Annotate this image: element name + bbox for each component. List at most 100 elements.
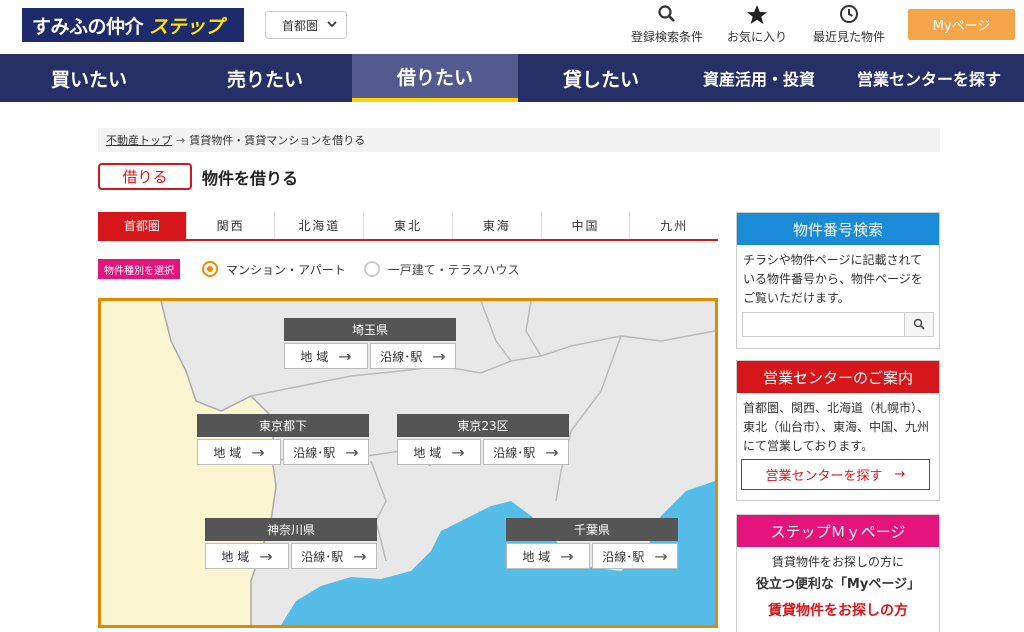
breadcrumb: 不動産トップ → 賃貸物件・賃貸マンションを借りる: [98, 128, 940, 152]
mypage-line3[interactable]: 賃貸物件をお探しの方: [737, 600, 939, 620]
breadcrumb-separator: →: [176, 133, 186, 147]
property-type-selector: 物件種別を選択 マンション・アパート 一戸建て・テラスハウス: [98, 259, 520, 279]
clock-icon: [810, 4, 888, 26]
tab-kansai[interactable]: 関西: [187, 212, 276, 239]
pref-chiba-title: 千葉県: [506, 518, 678, 541]
step-mypage-title: ステップＭｙページ: [737, 515, 939, 547]
arrow-right-icon: →: [353, 546, 367, 566]
pref-saitama-title: 埼玉県: [284, 318, 456, 341]
radio-unselected-icon: [363, 261, 380, 277]
area-button-label: 地 域: [221, 549, 250, 564]
arrow-right-icon: →: [451, 442, 465, 462]
tab-shutoken[interactable]: 首都圏: [98, 212, 187, 239]
favorites-label: お気に入り: [726, 30, 787, 44]
kanagawa-line-button[interactable]: 沿線･駅 →: [291, 543, 377, 569]
tab-hokkaido[interactable]: 北海道: [275, 212, 365, 239]
pref-tokyo-toka: 東京都下 地 域 → 沿線･駅 →: [197, 414, 369, 465]
pref-saitama: 埼玉県 地 域 → 沿線･駅 →: [284, 318, 456, 369]
star-icon: [724, 4, 790, 26]
radio-mansion-label: マンション・アパート: [226, 262, 346, 277]
tab-tokai[interactable]: 東海: [453, 212, 542, 239]
pref-kanagawa-title: 神奈川県: [205, 518, 377, 541]
radio-mansion-apartment[interactable]: マンション・アパート: [202, 261, 346, 278]
nav-item-find-center[interactable]: 営業センターを探す: [834, 54, 1024, 102]
arrow-right-icon: →: [432, 346, 446, 366]
chiba-line-button[interactable]: 沿線･駅 →: [592, 543, 678, 569]
region-select-value: 首都圏: [282, 18, 319, 33]
sales-center-title: 営業センターのご案内: [737, 361, 939, 393]
area-button-label: 地 域: [522, 549, 551, 564]
property-number-input[interactable]: [743, 313, 904, 336]
arrow-right-icon: →: [654, 546, 668, 566]
sales-center-text: 首都圏、関西、北海道（札幌市）、東北（仙台市）、東海、中国、九州にて営業しており…: [743, 401, 930, 453]
property-number-search-button[interactable]: [904, 313, 933, 336]
rent-badge: 借りる: [98, 163, 192, 190]
main-nav: 買いたい 売りたい 借りたい 貸したい 資産活用・投資 営業センターを探す: [0, 54, 1024, 102]
tab-tohoku[interactable]: 東北: [364, 212, 453, 239]
search-icon: [628, 4, 706, 26]
nav-item-rent[interactable]: 借りたい: [352, 54, 518, 102]
page-heading: 借りる 物件を借りる: [98, 163, 298, 190]
region-select[interactable]: 首都圏: [265, 11, 347, 39]
nav-item-buy[interactable]: 買いたい: [0, 54, 178, 102]
tokyo-23ku-area-button[interactable]: 地 域 →: [397, 439, 481, 465]
arrow-right-icon: →: [259, 546, 273, 566]
line-button-label: 沿線･駅: [493, 445, 536, 460]
pref-tokyo-23ku-title: 東京23区: [397, 414, 569, 437]
kanagawa-area-button[interactable]: 地 域 →: [205, 543, 289, 569]
property-number-search-title: 物件番号検索: [737, 213, 939, 245]
mypage-button[interactable]: Myページ: [908, 9, 1015, 40]
nav-item-investment[interactable]: 資産活用・投資: [684, 54, 834, 102]
tokyo-23ku-line-button[interactable]: 沿線･駅 →: [483, 439, 569, 465]
pref-chiba: 千葉県 地 域 → 沿線･駅 →: [506, 518, 678, 569]
radio-house-terrace[interactable]: 一戸建て・テラスハウス: [363, 261, 520, 278]
saved-search-link[interactable]: 登録検索条件: [628, 4, 706, 45]
tab-chugoku[interactable]: 中国: [542, 212, 631, 239]
saitama-area-button[interactable]: 地 域 →: [284, 343, 368, 369]
area-button-label: 地 域: [300, 349, 329, 364]
arrow-right-icon: →: [251, 442, 265, 462]
nav-item-lease[interactable]: 貸したい: [518, 54, 684, 102]
chevron-down-icon: [327, 19, 337, 32]
nav-item-sell[interactable]: 売りたい: [178, 54, 352, 102]
arrow-right-icon: →: [545, 442, 559, 462]
pref-tokyo-23ku: 東京23区 地 域 → 沿線･駅 →: [397, 414, 569, 465]
find-center-button[interactable]: 営業センターを探す →: [741, 459, 930, 490]
property-number-search-text: チラシや物件ページに記載されている物件番号から、物件ページをご覧いただけます。: [743, 253, 923, 305]
saitama-line-button[interactable]: 沿線･駅 →: [370, 343, 456, 369]
mypage-line1: 賃貸物件をお探しの方に: [771, 555, 904, 569]
breadcrumb-current: 賃貸物件・賃貸マンションを借りる: [189, 134, 366, 147]
line-button-label: 沿線･駅: [602, 549, 645, 564]
saved-search-label: 登録検索条件: [630, 30, 703, 44]
favorites-link[interactable]: お気に入り: [724, 4, 790, 45]
area-button-label: 地 域: [213, 445, 242, 460]
search-icon: [913, 315, 925, 334]
logo-main-text: すみふの仲介: [32, 15, 144, 38]
arrow-right-icon: →: [894, 467, 906, 482]
pref-tokyo-toka-title: 東京都下: [197, 414, 369, 437]
line-button-label: 沿線･駅: [301, 549, 344, 564]
kanto-area-map: 埼玉県 地 域 → 沿線･駅 → 東京都下 地 域 → 沿線･駅 → 東京23区 地 域…: [98, 298, 718, 628]
chiba-area-button[interactable]: 地 域 →: [506, 543, 590, 569]
step-mypage-panel: ステップＭｙページ 賃貸物件をお探しの方に 役立つ便利な「Myページ」 賃貸物件…: [736, 514, 940, 632]
arrow-right-icon: →: [338, 346, 352, 366]
arrow-right-icon: →: [560, 546, 574, 566]
tokyo-toka-area-button[interactable]: 地 域 →: [197, 439, 281, 465]
property-number-search-box: [742, 312, 934, 337]
line-button-label: 沿線･駅: [380, 349, 423, 364]
pref-kanagawa: 神奈川県 地 域 → 沿線･駅 →: [205, 518, 377, 569]
radio-house-label: 一戸建て・テラスハウス: [387, 262, 520, 277]
recently-viewed-link[interactable]: 最近見た物件: [810, 4, 888, 45]
line-button-label: 沿線･駅: [293, 445, 336, 460]
logo-sub-text: ステップ: [149, 15, 224, 38]
breadcrumb-top-link[interactable]: 不動産トップ: [106, 132, 172, 148]
tab-kyushu[interactable]: 九州: [630, 212, 718, 239]
tokyo-toka-line-button[interactable]: 沿線･駅 →: [283, 439, 369, 465]
site-header: すみふの仲介 ステップ 首都圏 登録検索条件 お気に入り 最近見た物件 Myペー…: [0, 0, 1024, 54]
property-type-label: 物件種別を選択: [98, 259, 180, 279]
arrow-right-icon: →: [345, 442, 359, 462]
site-logo[interactable]: すみふの仲介 ステップ: [22, 8, 244, 42]
mypage-line2: 役立つ便利な「Myページ」: [755, 577, 921, 592]
page-title: 物件を借りる: [202, 168, 299, 188]
area-tabs: 首都圏 関西 北海道 東北 東海 中国 九州: [98, 212, 718, 241]
